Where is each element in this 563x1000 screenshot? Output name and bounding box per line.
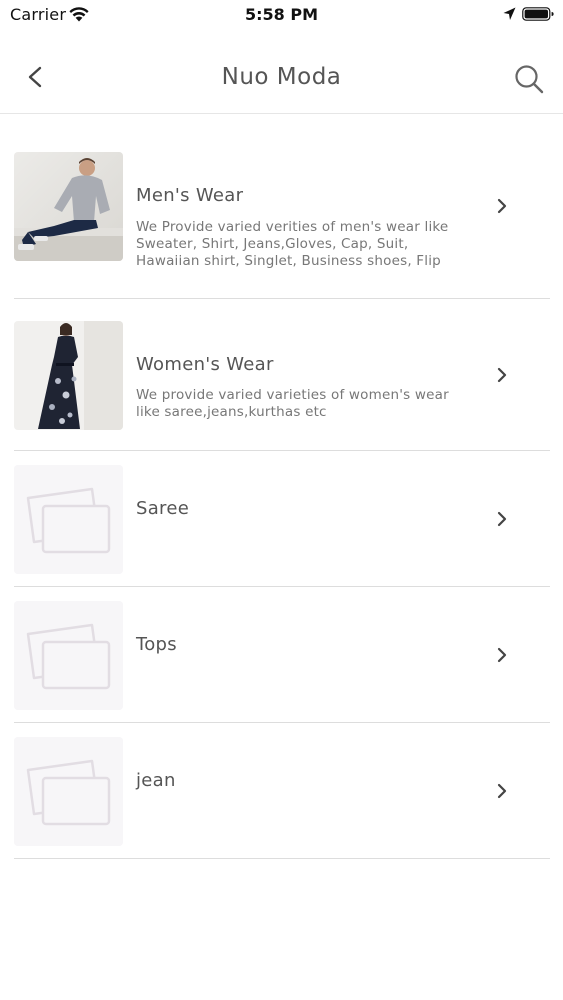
page-title: Nuo Moda (221, 64, 342, 90)
category-row-mens-wear[interactable]: Men's Wear We Provide varied verities of… (14, 114, 550, 299)
image-placeholder-icon (14, 601, 123, 710)
status-bar: Carrier 5:58 PM (0, 0, 563, 30)
chevron-right-icon (497, 511, 507, 527)
category-description: We Provide varied verities of men's wear… (136, 219, 449, 269)
nav-bar: Nuo Moda (0, 42, 563, 114)
category-row-womens-wear[interactable]: Women's Wear We provide varied varieties… (14, 299, 550, 451)
category-list: Men's Wear We Provide varied verities of… (14, 114, 550, 859)
category-description: We provide varied varieties of women's w… (136, 387, 449, 420)
mens-wear-photo (14, 152, 123, 261)
category-title: jean (136, 770, 176, 791)
search-icon (515, 65, 544, 94)
image-placeholder-icon (14, 465, 123, 574)
category-row-saree[interactable]: Saree (14, 451, 550, 587)
chevron-right-icon (497, 198, 507, 214)
location-arrow-icon (503, 7, 516, 20)
chevron-right-icon (497, 647, 507, 663)
category-title: Men's Wear (136, 185, 244, 206)
search-button[interactable] (512, 62, 546, 96)
category-row-jean[interactable]: jean (14, 723, 550, 859)
clock: 5:58 PM (244, 5, 318, 24)
category-title: Tops (136, 634, 177, 655)
womens-wear-photo (14, 321, 123, 430)
battery-icon (522, 7, 554, 21)
category-row-tops[interactable]: Tops (14, 587, 550, 723)
chevron-right-icon (497, 367, 507, 383)
image-placeholder-icon (14, 737, 123, 846)
category-title: Saree (136, 498, 190, 519)
category-title: Women's Wear (136, 354, 274, 375)
chevron-right-icon (497, 783, 507, 799)
